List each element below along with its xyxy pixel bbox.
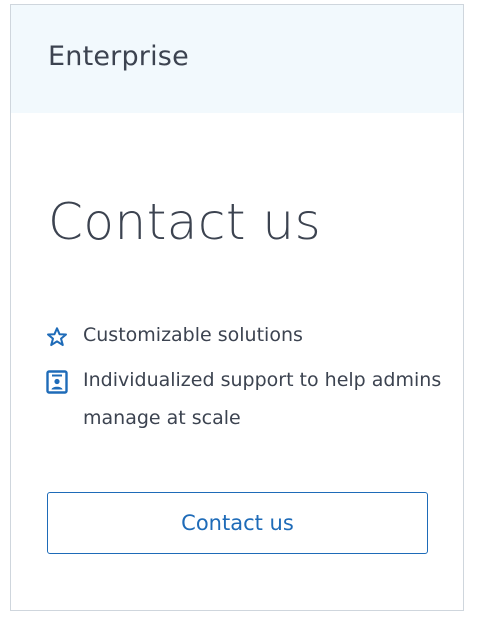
contact-us-button[interactable]: Contact us <box>47 492 428 554</box>
admin-badge-icon <box>45 370 69 394</box>
feature-text: Customizable solutions <box>83 324 303 346</box>
price-label: Contact us <box>48 193 322 251</box>
feature-item: Individualized support to help admins ma… <box>45 368 445 437</box>
enterprise-plan-card: Enterprise Contact us Customizable solut… <box>10 4 464 611</box>
feature-item: Customizable solutions <box>45 323 445 354</box>
feature-text: Individualized support to help admins ma… <box>83 369 442 429</box>
star-outline-icon <box>45 325 69 349</box>
plan-name: Enterprise <box>48 41 189 72</box>
feature-list: Customizable solutions Individualized su… <box>45 323 445 451</box>
card-header: Enterprise <box>11 5 463 113</box>
